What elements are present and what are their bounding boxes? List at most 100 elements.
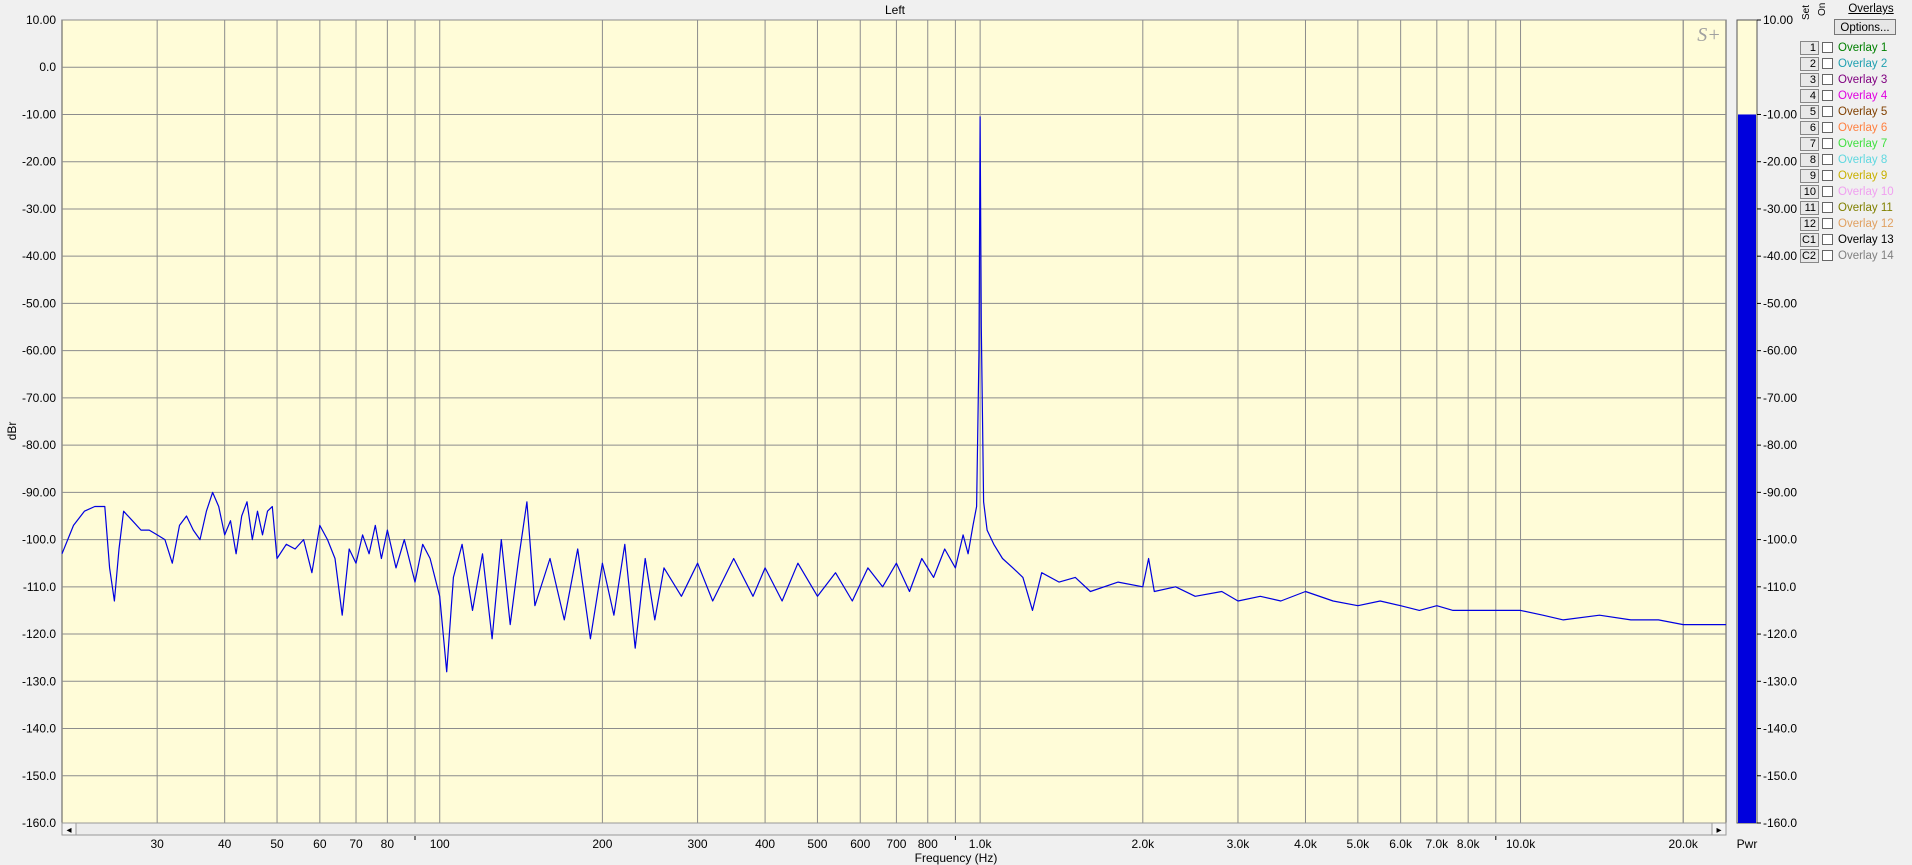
meter-tick-label: -160.0 bbox=[1763, 816, 1797, 830]
options-button[interactable]: Options... bbox=[1834, 19, 1896, 35]
overlay-on-checkbox[interactable] bbox=[1822, 234, 1833, 245]
meter-tick-label: -120.0 bbox=[1763, 627, 1797, 641]
x-tick-label: 3.0k bbox=[1227, 837, 1251, 851]
overlay-set-button[interactable]: 9 bbox=[1800, 169, 1819, 183]
overlay-label: Overlay 12 bbox=[1838, 218, 1894, 230]
y-tick-label: -90.00 bbox=[22, 485, 56, 499]
x-tick-label: 10.0k bbox=[1506, 837, 1536, 851]
overlay-set-button[interactable]: 10 bbox=[1800, 185, 1819, 199]
x-tick-label: 100 bbox=[430, 837, 450, 851]
overlay-row: 2 Overlay 2 bbox=[1800, 56, 1912, 72]
x-tick-label: 30 bbox=[150, 837, 164, 851]
y-tick-label: 10.00 bbox=[26, 13, 56, 27]
overlay-label: Overlay 14 bbox=[1838, 250, 1894, 262]
horizontal-scrollbar[interactable]: ◂ ▸ bbox=[61, 822, 1727, 836]
set-column-label: Set bbox=[1801, 4, 1812, 20]
overlay-label: Overlay 1 bbox=[1838, 42, 1888, 54]
power-meter bbox=[1736, 19, 1758, 824]
meter-label: Pwr bbox=[1737, 837, 1758, 851]
y-tick-label: -140.0 bbox=[22, 722, 56, 736]
overlay-row: C2 Overlay 14 bbox=[1800, 248, 1912, 264]
overlay-set-button[interactable]: 8 bbox=[1800, 153, 1819, 167]
overlay-row: 12 Overlay 12 bbox=[1800, 216, 1912, 232]
x-tick-label: 4.0k bbox=[1294, 837, 1318, 851]
y-tick-label: 0.0 bbox=[39, 60, 56, 74]
overlay-on-checkbox[interactable] bbox=[1822, 250, 1833, 261]
meter-tick-label: -40.00 bbox=[1763, 249, 1797, 263]
overlay-on-checkbox[interactable] bbox=[1822, 74, 1833, 85]
overlay-on-checkbox[interactable] bbox=[1822, 58, 1833, 69]
meter-tick-label: -90.00 bbox=[1763, 485, 1797, 499]
x-tick-label: 70 bbox=[349, 837, 363, 851]
y-tick-label: -120.0 bbox=[22, 627, 56, 641]
overlay-label: Overlay 3 bbox=[1838, 74, 1888, 86]
overlay-label: Overlay 10 bbox=[1838, 186, 1894, 198]
x-tick-label: 700 bbox=[886, 837, 906, 851]
y-tick-label: -20.00 bbox=[22, 155, 56, 169]
overlay-row: 11 Overlay 11 bbox=[1800, 200, 1912, 216]
y-tick-label: -60.00 bbox=[22, 344, 56, 358]
overlay-row: 7 Overlay 7 bbox=[1800, 136, 1912, 152]
x-tick-label: 600 bbox=[850, 837, 870, 851]
overlays-title[interactable]: Overlays bbox=[1830, 3, 1912, 15]
meter-tick-label: -30.00 bbox=[1763, 202, 1797, 216]
overlay-on-checkbox[interactable] bbox=[1822, 154, 1833, 165]
overlay-label: Overlay 5 bbox=[1838, 106, 1888, 118]
overlay-on-checkbox[interactable] bbox=[1822, 170, 1833, 181]
overlay-set-button[interactable]: C1 bbox=[1800, 233, 1819, 247]
overlay-label: Overlay 4 bbox=[1838, 90, 1888, 102]
overlay-label: Overlay 11 bbox=[1838, 202, 1893, 214]
meter-tick-label: -10.00 bbox=[1763, 107, 1797, 121]
overlay-on-checkbox[interactable] bbox=[1822, 42, 1833, 53]
meter-tick-label: -50.00 bbox=[1763, 296, 1797, 310]
overlay-label: Overlay 13 bbox=[1838, 234, 1894, 246]
overlay-on-checkbox[interactable] bbox=[1822, 122, 1833, 133]
x-tick-label: 500 bbox=[807, 837, 827, 851]
meter-tick-label: -140.0 bbox=[1763, 722, 1797, 736]
overlay-set-button[interactable]: 12 bbox=[1800, 217, 1819, 231]
y-tick-label: -80.00 bbox=[22, 438, 56, 452]
overlay-on-checkbox[interactable] bbox=[1822, 218, 1833, 229]
meter-tick-label: -80.00 bbox=[1763, 438, 1797, 452]
chart-title: Left bbox=[885, 3, 906, 17]
meter-tick-label: -20.00 bbox=[1763, 155, 1797, 169]
overlay-on-checkbox[interactable] bbox=[1822, 186, 1833, 197]
overlay-row: 6 Overlay 6 bbox=[1800, 120, 1912, 136]
overlay-set-button[interactable]: 11 bbox=[1800, 201, 1819, 215]
plot-area[interactable] bbox=[61, 19, 1727, 824]
meter-tick-label: 10.00 bbox=[1763, 13, 1793, 27]
overlay-on-checkbox[interactable] bbox=[1822, 90, 1833, 101]
overlay-row: 1 Overlay 1 bbox=[1800, 40, 1912, 56]
on-column-label: On bbox=[1817, 2, 1828, 16]
overlay-set-button[interactable]: 6 bbox=[1800, 121, 1819, 135]
y-tick-label: -160.0 bbox=[22, 816, 56, 830]
y-tick-label: -130.0 bbox=[22, 674, 56, 688]
overlay-set-button[interactable]: 2 bbox=[1800, 57, 1819, 71]
overlay-set-button[interactable]: C2 bbox=[1800, 249, 1819, 263]
y-tick-label: -30.00 bbox=[22, 202, 56, 216]
overlay-row: 8 Overlay 8 bbox=[1800, 152, 1912, 168]
overlay-row: 10 Overlay 10 bbox=[1800, 184, 1912, 200]
x-tick-label: 2.0k bbox=[1131, 837, 1155, 851]
x-axis-label: Frequency (Hz) bbox=[915, 851, 998, 865]
overlay-label: Overlay 2 bbox=[1838, 58, 1888, 70]
overlay-on-checkbox[interactable] bbox=[1822, 106, 1833, 117]
meter-tick-label: -60.00 bbox=[1763, 344, 1797, 358]
x-tick-label: 300 bbox=[688, 837, 708, 851]
overlay-row: 4 Overlay 4 bbox=[1800, 88, 1912, 104]
overlay-set-button[interactable]: 7 bbox=[1800, 137, 1819, 151]
x-tick-label: 200 bbox=[592, 837, 612, 851]
overlay-on-checkbox[interactable] bbox=[1822, 202, 1833, 213]
x-tick-label: 60 bbox=[313, 837, 327, 851]
scroll-left-arrow-icon: ◂ bbox=[66, 825, 71, 836]
meter-fill bbox=[1738, 114, 1756, 824]
overlay-on-checkbox[interactable] bbox=[1822, 138, 1833, 149]
watermark-logo: S+ bbox=[1697, 24, 1721, 46]
overlay-set-button[interactable]: 5 bbox=[1800, 105, 1819, 119]
overlay-set-button[interactable]: 1 bbox=[1800, 41, 1819, 55]
overlay-row: 3 Overlay 3 bbox=[1800, 72, 1912, 88]
y-tick-label: -70.00 bbox=[22, 391, 56, 405]
overlay-set-button[interactable]: 3 bbox=[1800, 73, 1819, 87]
x-axis: 30 40 50 60 70 80 100 200 300 400 500 600 700 800 1.0k… bbox=[150, 836, 1699, 851]
overlay-set-button[interactable]: 4 bbox=[1800, 89, 1819, 103]
